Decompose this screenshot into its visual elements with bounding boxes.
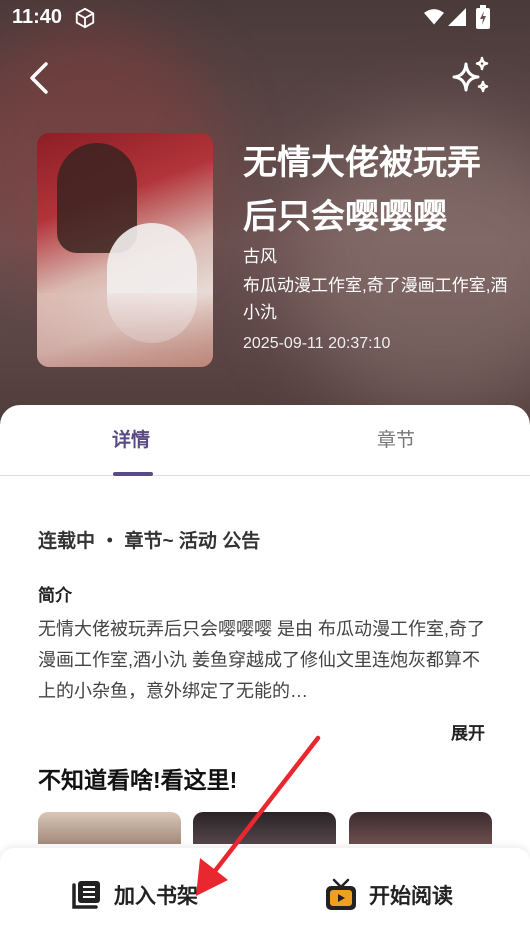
status-bar: 11:40 xyxy=(0,0,530,36)
intro-heading: 简介 xyxy=(38,586,72,605)
status-time: 11:40 xyxy=(12,6,63,28)
recommend-cover[interactable] xyxy=(38,812,181,844)
signal-icon xyxy=(448,8,466,26)
tab-bar: 详情 章节 xyxy=(0,405,530,476)
recommend-heading: 不知道看啥!看这里! xyxy=(38,767,238,793)
start-reading-button[interactable]: 开始阅读 xyxy=(323,848,453,942)
intro-text: 无情大佬被玩弄后只会嘤嘤嘤 是由 布瓜动漫工作室,奇了漫画工作室,酒小氿 姜鱼穿… xyxy=(38,619,486,701)
book-genre: 古风 xyxy=(243,247,277,266)
cover-art-shape xyxy=(37,293,213,367)
expand-button[interactable]: 展开 xyxy=(451,719,485,744)
bottom-action-bar: 加入书架 开始阅读 xyxy=(0,848,530,942)
start-reading-label: 开始阅读 xyxy=(369,885,453,908)
tab-details[interactable]: 详情 xyxy=(112,425,150,452)
tab-indicator xyxy=(113,472,153,476)
book-cover xyxy=(37,133,213,367)
tab-chapters[interactable]: 章节 xyxy=(377,425,415,452)
sparkle-icon[interactable] xyxy=(450,56,492,98)
tv-icon xyxy=(326,878,356,910)
book-authors: 布瓜动漫工作室,奇了漫画工作室,酒小氿 xyxy=(243,276,508,322)
book-title: 无情大佬被玩弄后只会嘤嘤嘤 xyxy=(243,144,481,236)
add-to-shelf-button[interactable]: 加入书架 xyxy=(68,848,198,942)
back-arrow-icon[interactable] xyxy=(24,60,60,96)
book-update-date: 2025-09-11 20:37:10 xyxy=(243,335,391,352)
recommend-cover[interactable] xyxy=(193,812,336,844)
add-to-shelf-label: 加入书架 xyxy=(114,885,198,908)
recommend-cover[interactable] xyxy=(349,812,492,844)
status-line[interactable]: 连载中 ・ 章节~ 活动 公告 xyxy=(38,526,260,553)
battery-charging-icon xyxy=(476,5,490,29)
wifi-icon xyxy=(424,9,444,25)
recommend-list xyxy=(38,812,494,844)
cube-icon xyxy=(75,7,95,29)
bookshelf-icon xyxy=(72,881,100,909)
